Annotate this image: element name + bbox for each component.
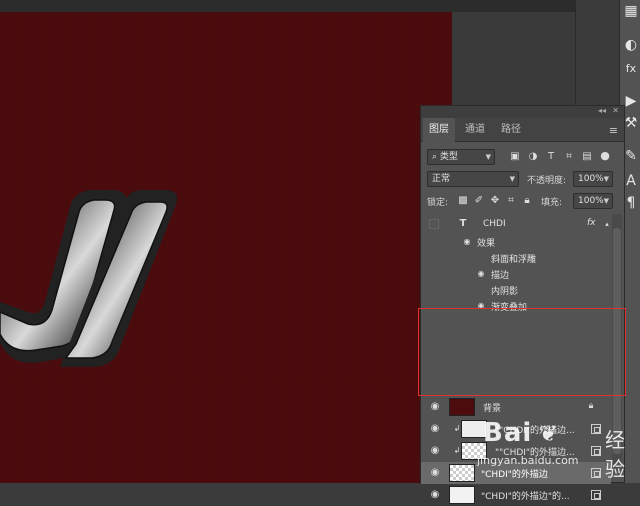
eye-icon[interactable]: ◉ [475, 268, 487, 280]
chevron-down-icon: ▼ [603, 175, 609, 183]
pixel-filter-icon[interactable]: ▣ [509, 151, 521, 163]
metallic-text-art [0, 190, 178, 367]
blend-row: 正常 ▼ 不透明度: 100% ▼ [421, 170, 624, 188]
document-canvas[interactable] [0, 12, 452, 483]
effects-header[interactable]: ◉ 效果 [421, 234, 611, 250]
chevron-down-icon: ▼ [485, 153, 491, 161]
fill-label: 填充: [541, 198, 563, 208]
tab-channels[interactable]: 通道 [459, 118, 491, 142]
search-icon: ⌕ [432, 152, 440, 162]
smart-filter-icon[interactable]: ▤ [581, 151, 593, 163]
filter-kind-select[interactable]: ⌕ 类型 ▼ [427, 149, 495, 165]
lock-position-icon[interactable]: ✥ [489, 195, 501, 207]
filter-row: ⌕ 类型 ▼ ▣ ◑ T ⌗ ▤ ● [421, 148, 624, 166]
chevron-down-icon: ▼ [603, 197, 609, 205]
opacity-input[interactable]: 100% ▼ [573, 171, 613, 187]
eye-icon[interactable]: ◉ [429, 467, 441, 479]
highlight-box [418, 308, 626, 396]
filter-toggle-icon[interactable]: ● [599, 150, 611, 162]
eye-icon[interactable]: ◉ [429, 401, 441, 413]
watermark: Bai ❦ 经验 jingyan.baidu.com [455, 410, 640, 481]
lock-label: 锁定: [427, 198, 449, 208]
paw-icon: ❦ [539, 422, 558, 447]
eye-icon[interactable]: ◉ [461, 236, 473, 248]
effects-label: 效果 [477, 239, 496, 249]
fill-input[interactable]: 100% ▼ [573, 193, 613, 209]
watermark-brand: Bai [483, 418, 533, 448]
lock-transparent-icon[interactable]: ▩ [457, 195, 469, 207]
blend-mode-value: 正常 [432, 174, 451, 184]
effect-bevel[interactable]: 斜面和浮雕 [421, 250, 611, 266]
close-icon[interactable]: ✕ [612, 106, 619, 115]
watermark-brand2: 经验 [605, 428, 625, 481]
effect-stroke[interactable]: ◉ 描边 [421, 266, 611, 282]
filter-kind-label: 类型 [439, 152, 458, 162]
effect-name: 内阴影 [491, 287, 519, 297]
tab-paths[interactable]: 路径 [495, 118, 527, 142]
layer-name: CHDI [483, 219, 506, 229]
eye-icon[interactable]: ◉ [429, 423, 441, 435]
layer-thumbnail [449, 486, 475, 504]
effect-name: 描边 [491, 271, 510, 281]
grid-icon[interactable]: ▦ [620, 0, 640, 22]
shape-filter-icon[interactable]: ⌗ [563, 151, 575, 163]
eye-icon[interactable]: ◉ [429, 445, 441, 457]
lock-all-icon[interactable]: 🔒︎ [521, 195, 533, 207]
adjustment-filter-icon[interactable]: ◑ [527, 151, 539, 163]
panel-tabs: 图层 通道 路径 ≡ [421, 118, 624, 142]
collapse-icon[interactable]: ◂◂ [598, 106, 606, 115]
effect-name: 斜面和浮雕 [491, 255, 537, 265]
tab-layers[interactable]: 图层 [423, 118, 455, 142]
smart-object-icon [591, 490, 601, 500]
adjust-icon[interactable]: ◐ [620, 34, 640, 56]
layer-row-smart-4[interactable]: ◉ "CHDI"的外描边"的... [421, 484, 611, 506]
fill-value: 100% [578, 196, 604, 206]
opacity-label: 不透明度: [527, 176, 567, 186]
layer-name: "CHDI"的外描边"的... [481, 492, 570, 502]
lock-pixels-icon[interactable]: ✐ [473, 195, 485, 207]
chevron-down-icon: ▼ [509, 175, 515, 183]
text-layer-icon: T [459, 218, 467, 229]
top-strip [0, 0, 575, 12]
eye-icon[interactable]: ◉ [429, 489, 441, 501]
lock-row: 锁定: ▩ ✐ ✥ ⌗ 🔒︎ 填充: 100% ▼ [421, 192, 624, 210]
fx-badge[interactable]: fx [587, 218, 596, 228]
watermark-url: jingyan.baidu.com [477, 454, 579, 467]
blend-mode-select[interactable]: 正常 ▼ [427, 171, 519, 187]
effect-inner-shadow[interactable]: 内阴影 [421, 282, 611, 298]
lock-artboard-icon[interactable]: ⌗ [505, 195, 517, 207]
panel-menu-icon[interactable]: ≡ [609, 124, 618, 137]
panel-titlebar: ◂◂ ✕ [421, 106, 624, 118]
visibility-toggle-empty[interactable] [429, 219, 439, 229]
fx-icon[interactable]: fx [620, 58, 640, 80]
opacity-value: 100% [578, 174, 604, 184]
type-filter-icon[interactable]: T [545, 151, 557, 163]
layer-row-text[interactable]: T CHDI fx ▴ [421, 214, 611, 236]
